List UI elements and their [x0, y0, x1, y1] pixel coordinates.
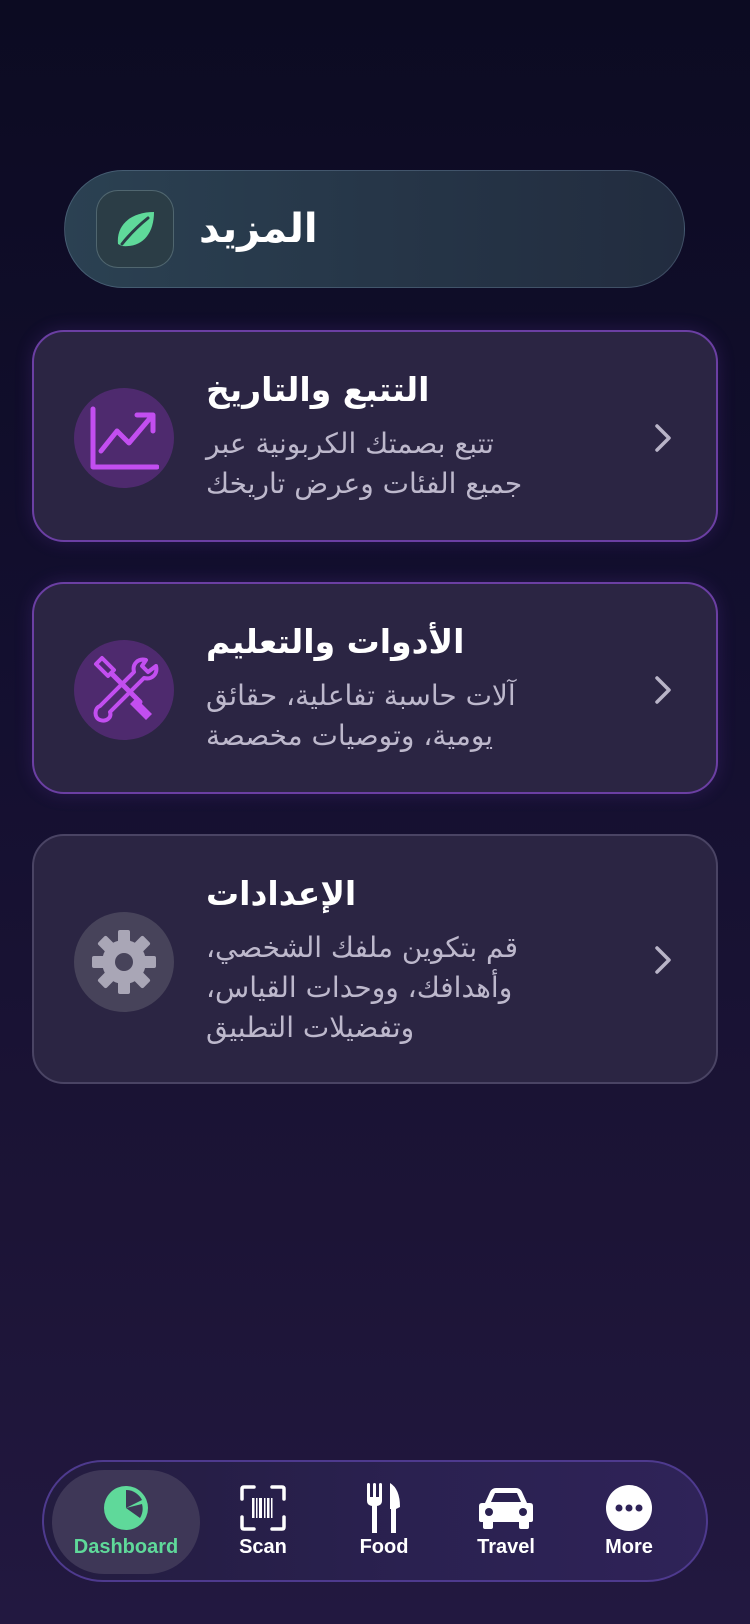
tab-label: More	[605, 1536, 653, 1558]
card-description-line: جميع الفئات وعرض تاريخك	[206, 467, 523, 500]
tab-label: Travel	[477, 1536, 535, 1558]
tab-travel[interactable]: Travel	[446, 1462, 566, 1580]
card-description-line: آلات حاسبة تفاعلية، حقائق	[206, 679, 516, 712]
card-description: آلات حاسبة تفاعلية، حقائق يومية، وتوصيات…	[206, 676, 516, 756]
card-description-line: قم بتكوين ملفك الشخصي،	[206, 931, 519, 964]
tracking-history-card[interactable]: التتبع والتاريخ تتبع بصمتك الكربونية عبر…	[32, 330, 718, 542]
bottom-tab-bar: Dashboard Scan Food Travel More	[42, 1460, 708, 1582]
tab-food[interactable]: Food	[324, 1462, 444, 1580]
gear-icon	[74, 912, 174, 1012]
more-dots-icon	[605, 1482, 653, 1534]
chevron-right-icon	[648, 940, 678, 980]
leaf-icon	[96, 190, 174, 268]
tab-label: Dashboard	[73, 1536, 179, 1558]
settings-card[interactable]: الإعدادات قم بتكوين ملفك الشخصي، وأهدافك…	[32, 834, 718, 1084]
page-title: المزيد	[199, 206, 318, 252]
card-description-line: تتبع بصمتك الكربونية عبر	[206, 427, 494, 460]
fork-knife-icon	[364, 1482, 404, 1534]
card-description: قم بتكوين ملفك الشخصي، وأهدافك، ووحدات ا…	[206, 928, 518, 1048]
tab-dashboard[interactable]: Dashboard	[52, 1462, 200, 1580]
page-header: المزيد	[64, 170, 685, 288]
card-description-line: وتفضيلات التطبيق	[206, 1011, 415, 1044]
tab-scan[interactable]: Scan	[208, 1462, 318, 1580]
card-title: التتبع والتاريخ	[206, 370, 430, 409]
trend-chart-icon	[74, 388, 174, 488]
tools-education-card[interactable]: الأدوات والتعليم آلات حاسبة تفاعلية، حقا…	[32, 582, 718, 794]
tab-more[interactable]: More	[564, 1462, 694, 1580]
chevron-right-icon	[648, 418, 678, 458]
tab-label: Scan	[239, 1536, 287, 1558]
card-description-line: وأهدافك، ووحدات القياس،	[206, 971, 513, 1004]
card-title: الأدوات والتعليم	[206, 622, 465, 661]
chevron-right-icon	[648, 670, 678, 710]
card-title: الإعدادات	[206, 874, 357, 913]
tab-label: Food	[359, 1536, 409, 1558]
tools-icon	[74, 640, 174, 740]
barcode-scan-icon	[240, 1482, 286, 1534]
card-description: تتبع بصمتك الكربونية عبر جميع الفئات وعر…	[206, 424, 522, 504]
car-icon	[478, 1482, 534, 1534]
card-description-line: يومية، وتوصيات مخصصة	[206, 719, 494, 752]
pie-chart-icon	[102, 1482, 150, 1534]
